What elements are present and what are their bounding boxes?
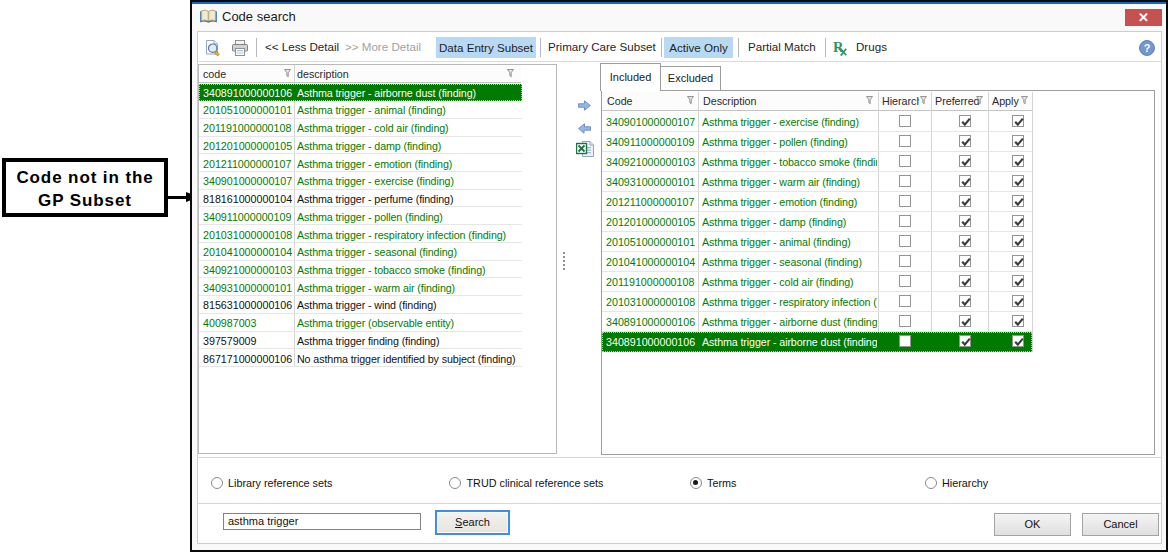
svg-text:R: R xyxy=(833,39,844,55)
